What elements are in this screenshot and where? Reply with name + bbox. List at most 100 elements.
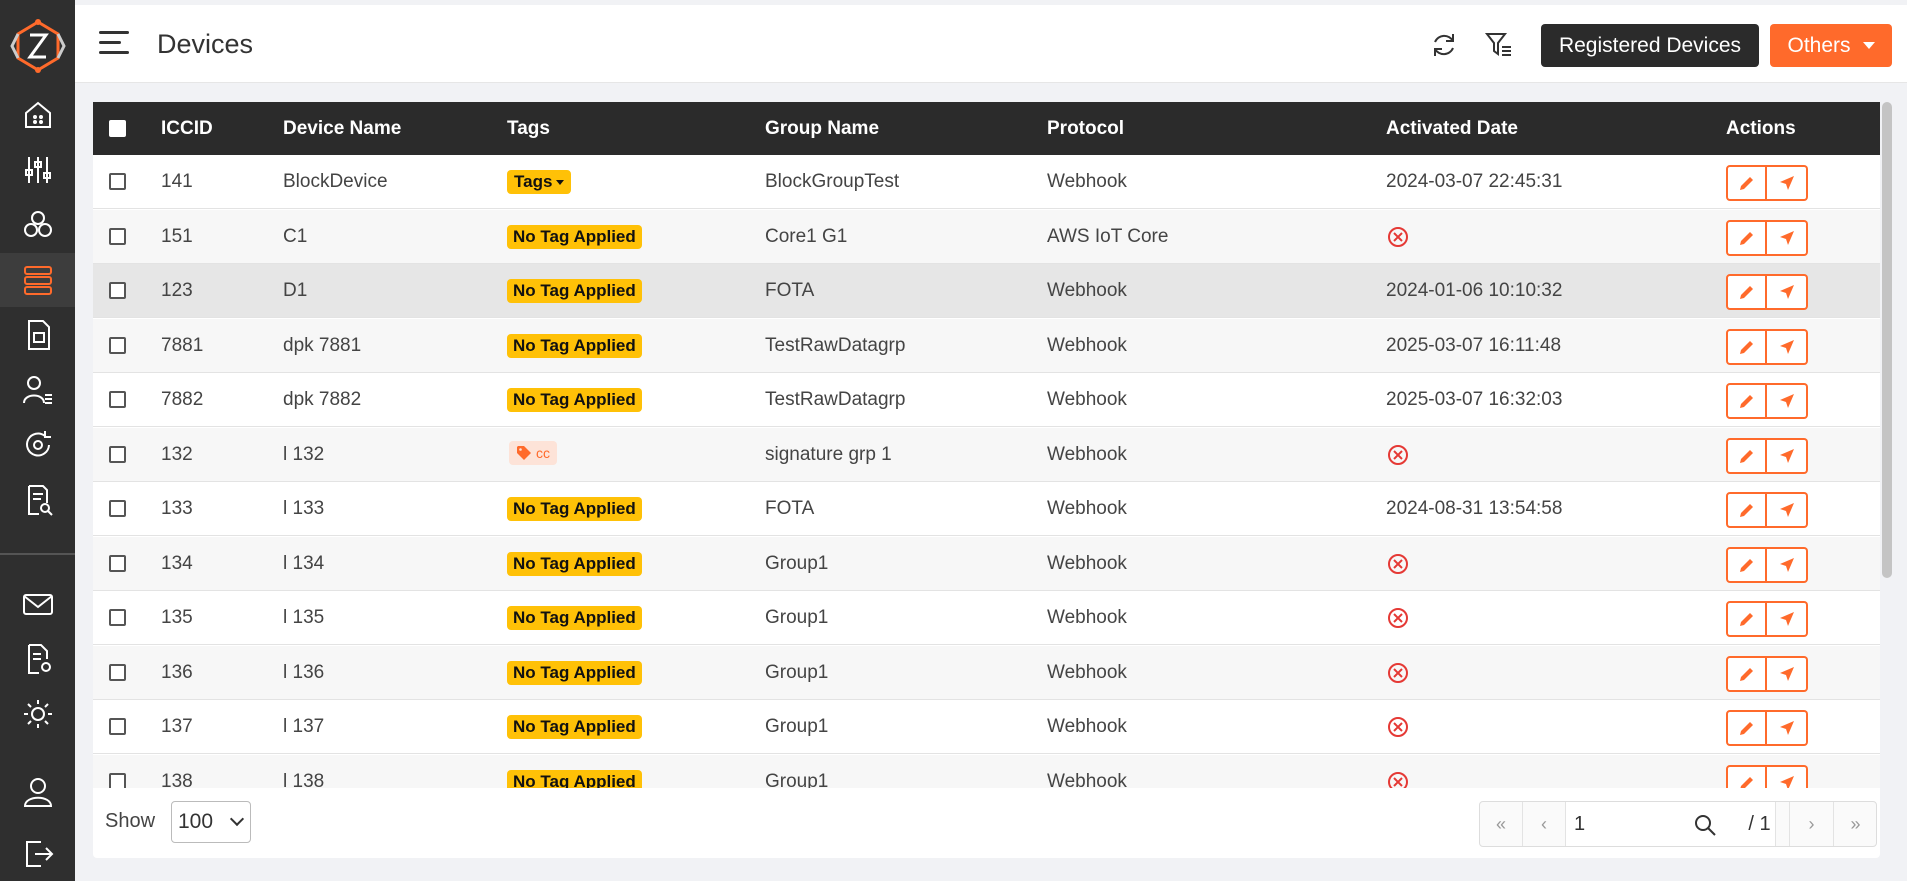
- tags-dropdown[interactable]: Tags: [507, 170, 572, 194]
- cell-iccid: 134: [161, 552, 193, 574]
- table-scrollbar[interactable]: [1882, 102, 1892, 578]
- last-page-button[interactable]: »: [1834, 802, 1877, 846]
- send-command-button[interactable]: [1767, 383, 1808, 419]
- brand-logo-icon[interactable]: [10, 18, 66, 74]
- nav-reports[interactable]: [0, 473, 75, 527]
- not-activated-x-icon: [1388, 608, 1408, 628]
- prev-page-button[interactable]: ‹: [1523, 802, 1566, 846]
- edit-button[interactable]: [1726, 492, 1767, 528]
- send-command-button[interactable]: [1767, 165, 1808, 201]
- cell-iccid: 133: [161, 498, 193, 519]
- edit-button[interactable]: [1726, 764, 1767, 788]
- no-tag-badge: No Tag Applied: [507, 606, 642, 630]
- row-checkbox[interactable]: [109, 282, 126, 299]
- registered-devices-button[interactable]: Registered Devices: [1541, 24, 1759, 67]
- send-command-button[interactable]: [1767, 710, 1808, 746]
- page-size-select[interactable]: 100: [171, 801, 251, 843]
- edit-button[interactable]: [1726, 165, 1767, 201]
- table-row[interactable]: 141 BlockDevice Tags BlockGroupTest Webhook 2…: [93, 155, 1880, 209]
- send-command-button[interactable]: [1767, 601, 1808, 637]
- nav-profile[interactable]: [0, 765, 75, 819]
- nav-theme[interactable]: [0, 687, 75, 741]
- tag-badge[interactable]: cc: [509, 440, 557, 465]
- table-row[interactable]: 123 D1 No Tag Applied FOTA Webhook 2024-01-06…: [93, 264, 1880, 318]
- table-row[interactable]: 7882 dpk 7882 No Tag Applied TestRawDatagrp…: [93, 373, 1880, 427]
- nav-devices[interactable]: [0, 253, 75, 307]
- row-checkbox[interactable]: [109, 500, 126, 517]
- refresh-icon: [1434, 34, 1454, 56]
- brightness-icon: [23, 700, 52, 728]
- next-page-button[interactable]: ›: [1790, 802, 1834, 846]
- row-checkbox[interactable]: [109, 173, 126, 190]
- refresh-button[interactable]: [1424, 25, 1464, 65]
- table-row[interactable]: 138 l 138 No Tag Applied Group1 Webhook: [93, 754, 1880, 788]
- table-row[interactable]: 134 l 134 No Tag Applied Group1 Webhook: [93, 536, 1880, 591]
- col-header-tags[interactable]: Tags: [507, 118, 550, 140]
- menu-toggle-icon[interactable]: [99, 31, 129, 57]
- edit-button[interactable]: [1726, 274, 1767, 310]
- send-command-button[interactable]: [1767, 764, 1808, 788]
- col-header-activated-date[interactable]: Activated Date: [1386, 118, 1518, 140]
- edit-button[interactable]: [1726, 546, 1767, 583]
- cell-group-name: FOTA: [765, 280, 815, 301]
- send-command-button[interactable]: [1767, 437, 1808, 474]
- cell-group-name: FOTA: [765, 498, 815, 519]
- no-tag-badge: No Tag Applied: [507, 660, 642, 685]
- document-settings-icon: [27, 644, 51, 674]
- first-page-button[interactable]: «: [1480, 802, 1523, 846]
- table-body: 141 BlockDevice Tags BlockGroupTest Webhook 2…: [93, 155, 1880, 788]
- nav-messages[interactable]: [0, 577, 75, 631]
- nav-documents[interactable]: [0, 308, 75, 362]
- no-tag-badge: No Tag Applied: [507, 224, 642, 249]
- row-checkbox[interactable]: [109, 772, 126, 788]
- edit-button[interactable]: [1726, 383, 1767, 419]
- row-checkbox[interactable]: [109, 663, 126, 681]
- cell-iccid: 137: [161, 716, 193, 737]
- row-checkbox[interactable]: [109, 718, 126, 735]
- table-row[interactable]: 132 l 132 cc signature grp 1 Webhook: [93, 427, 1880, 482]
- col-header-protocol[interactable]: Protocol: [1047, 118, 1124, 140]
- edit-button[interactable]: [1726, 437, 1767, 474]
- nav-configuration[interactable]: [0, 143, 75, 197]
- nav-groups[interactable]: [0, 198, 75, 252]
- table-row[interactable]: 133 l 133 No Tag Applied FOTA Webhook 2024-08…: [93, 482, 1880, 536]
- edit-button[interactable]: [1726, 328, 1767, 365]
- send-command-button[interactable]: [1767, 219, 1808, 256]
- row-checkbox[interactable]: [109, 554, 126, 572]
- not-activated-x-icon: [1388, 717, 1408, 737]
- nav-users[interactable]: [0, 363, 75, 417]
- edit-button[interactable]: [1726, 655, 1767, 692]
- nav-doc-settings[interactable]: [0, 632, 75, 686]
- nav-home[interactable]: [0, 88, 75, 142]
- search-icon[interactable]: [1692, 812, 1718, 838]
- select-all-checkbox[interactable]: [109, 120, 126, 137]
- row-checkbox[interactable]: [109, 609, 126, 626]
- row-checkbox[interactable]: [109, 227, 126, 245]
- edit-button[interactable]: [1726, 601, 1767, 637]
- send-command-button[interactable]: [1767, 492, 1808, 528]
- send-arrow-icon: [1779, 176, 1794, 190]
- table-row[interactable]: 151 C1 No Tag Applied Core1 G1 AWS IoT Core: [93, 209, 1880, 264]
- cell-device-name: l 137: [283, 716, 325, 737]
- send-command-button[interactable]: [1767, 274, 1808, 310]
- table-row[interactable]: 135 l 135 No Tag Applied Group1 Webhook: [93, 591, 1880, 645]
- others-dropdown-button[interactable]: Others: [1770, 24, 1892, 67]
- send-command-button[interactable]: [1767, 546, 1808, 583]
- pencil-icon: [1739, 558, 1753, 572]
- table-row[interactable]: 7881 dpk 7881 No Tag Applied TestRawDatagrp…: [93, 318, 1880, 373]
- table-row[interactable]: 136 l 136 No Tag Applied Group1 Webhook: [93, 645, 1880, 700]
- send-command-button[interactable]: [1767, 328, 1808, 365]
- col-header-group-name[interactable]: Group Name: [765, 118, 879, 140]
- col-header-iccid[interactable]: ICCID: [161, 118, 213, 140]
- row-checkbox[interactable]: [109, 391, 126, 408]
- edit-button[interactable]: [1726, 219, 1767, 256]
- nav-logout[interactable]: [0, 827, 75, 881]
- col-header-device-name[interactable]: Device Name: [283, 118, 401, 140]
- edit-button[interactable]: [1726, 710, 1767, 746]
- row-checkbox[interactable]: [109, 336, 126, 354]
- table-row[interactable]: 137 l 137 No Tag Applied Group1 Webhook: [93, 700, 1880, 754]
- filter-button[interactable]: [1479, 25, 1519, 65]
- row-checkbox[interactable]: [109, 445, 126, 463]
- nav-sync[interactable]: [0, 418, 75, 472]
- send-command-button[interactable]: [1767, 655, 1808, 692]
